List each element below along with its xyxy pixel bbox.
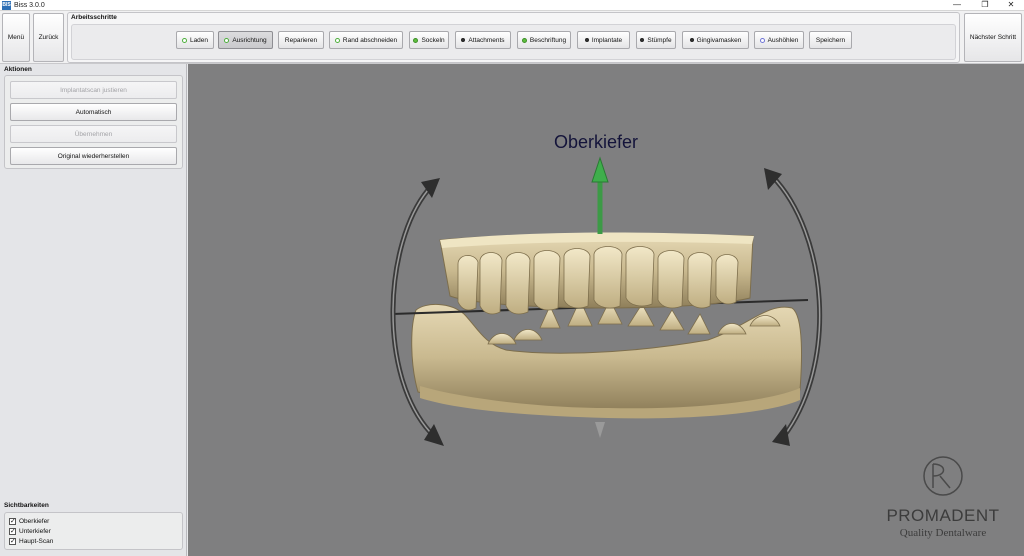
step-ausrichtung-button[interactable]: Ausrichtung <box>218 31 273 49</box>
apply-button[interactable]: Übernehmen <box>10 125 177 143</box>
step-attachments-button[interactable]: Attachments <box>455 31 511 49</box>
status-dot-icon <box>689 38 694 42</box>
step-label: Stümpfe <box>647 36 672 44</box>
visibility-label: Oberkiefer <box>19 518 50 525</box>
status-dot-icon <box>413 37 419 43</box>
title-bar: BIS Biss 3.0.0 — ❐ ✕ <box>0 0 1024 11</box>
status-dot-icon <box>640 38 645 42</box>
automatic-button[interactable]: Automatisch <box>10 103 177 121</box>
next-step-button[interactable]: Nächster Schritt <box>964 13 1022 62</box>
step-aushoehlen-button[interactable]: Aushöhlen <box>754 31 804 49</box>
status-dot-icon <box>759 37 765 43</box>
checkbox-lower-jaw[interactable]: ✓ <box>9 528 16 535</box>
promadent-logo-monogram <box>923 456 963 496</box>
status-dot-icon <box>584 38 589 42</box>
visibility-item-main-scan[interactable]: ✓ Haupt-Scan <box>9 537 53 546</box>
left-panel: Aktionen Implantatscan justieren Automat… <box>0 64 187 556</box>
restore-original-button[interactable]: Original wiederherstellen <box>10 147 177 165</box>
app-icon: BIS <box>2 1 11 10</box>
step-sockeln-button[interactable]: Sockeln <box>409 31 449 49</box>
lower-jaw-model[interactable] <box>411 299 803 419</box>
checkbox-upper-jaw[interactable]: ✓ <box>9 518 16 525</box>
status-dot-icon <box>181 37 187 43</box>
step-label: Rand abschneiden <box>342 36 398 44</box>
step-stuempfe-button[interactable]: Stümpfe <box>636 31 676 49</box>
step-reparieren-button[interactable]: Reparieren <box>278 31 324 49</box>
3d-viewport[interactable]: Oberkiefer PROMADENT Quality Dentalware <box>188 64 1024 556</box>
status-dot-icon <box>334 37 340 43</box>
status-dot-icon <box>224 37 230 43</box>
actions-box: Implantatscan justieren Automatisch Über… <box>4 75 183 169</box>
step-speichern-button[interactable]: Speichern <box>809 31 852 49</box>
upper-jaw-model[interactable] <box>439 232 754 315</box>
actions-section-title: Aktionen <box>4 66 32 73</box>
menu-button[interactable]: Menü <box>2 13 30 62</box>
status-dot-icon <box>521 37 527 43</box>
step-rand-abschneiden-button[interactable]: Rand abschneiden <box>329 31 403 49</box>
visibility-item-lower-jaw[interactable]: ✓ Unterkiefer <box>9 527 51 536</box>
back-button[interactable]: Zurück <box>33 13 64 62</box>
promadent-logo-name: PROMADENT <box>886 506 1000 525</box>
step-label: Implantate <box>591 36 623 44</box>
step-laden-button[interactable]: Laden <box>176 31 214 49</box>
status-dot-icon <box>461 38 466 42</box>
adjust-implant-scan-button[interactable]: Implantatscan justieren <box>10 81 177 99</box>
step-label: Attachments <box>468 36 505 44</box>
step-label: Laden <box>189 36 209 44</box>
promadent-logo-tagline: Quality Dentalware <box>899 527 987 539</box>
step-label: Beschriftung <box>529 36 567 44</box>
vertical-axis-arrow-tail <box>595 422 605 438</box>
visibility-item-upper-jaw[interactable]: ✓ Oberkiefer <box>9 517 49 526</box>
maximize-button[interactable]: ❐ <box>972 0 998 11</box>
step-label: Ausrichtung <box>232 36 267 44</box>
step-implantate-button[interactable]: Implantate <box>577 31 630 49</box>
step-label: Sockeln <box>421 36 445 44</box>
step-beschriftung-button[interactable]: Beschriftung <box>517 31 571 49</box>
visibility-box: ✓ Oberkiefer ✓ Unterkiefer ✓ Haupt-Scan <box>4 512 183 550</box>
step-label: Reparieren <box>284 36 318 44</box>
window-title: Biss 3.0.0 <box>14 2 45 9</box>
step-label: Aushöhlen <box>767 36 799 44</box>
visibility-section-title: Sichtbarkeiten <box>4 502 49 509</box>
visibility-label: Haupt-Scan <box>19 538 54 545</box>
close-button[interactable]: ✕ <box>998 0 1024 11</box>
upper-jaw-axis-label: Oberkiefer <box>554 132 639 152</box>
workflow-steps-title: Arbeitsschritte <box>71 14 117 21</box>
checkbox-main-scan[interactable]: ✓ <box>9 538 16 545</box>
minimize-button[interactable]: — <box>944 0 970 11</box>
step-gingivamasken-button[interactable]: Gingivamasken <box>682 31 749 49</box>
step-label: Gingivamasken <box>696 36 742 44</box>
toolbar: Menü Zurück Arbeitsschritte Laden Ausrich… <box>0 11 1024 64</box>
visibility-label: Unterkiefer <box>19 528 51 535</box>
step-label: Speichern <box>815 36 846 44</box>
